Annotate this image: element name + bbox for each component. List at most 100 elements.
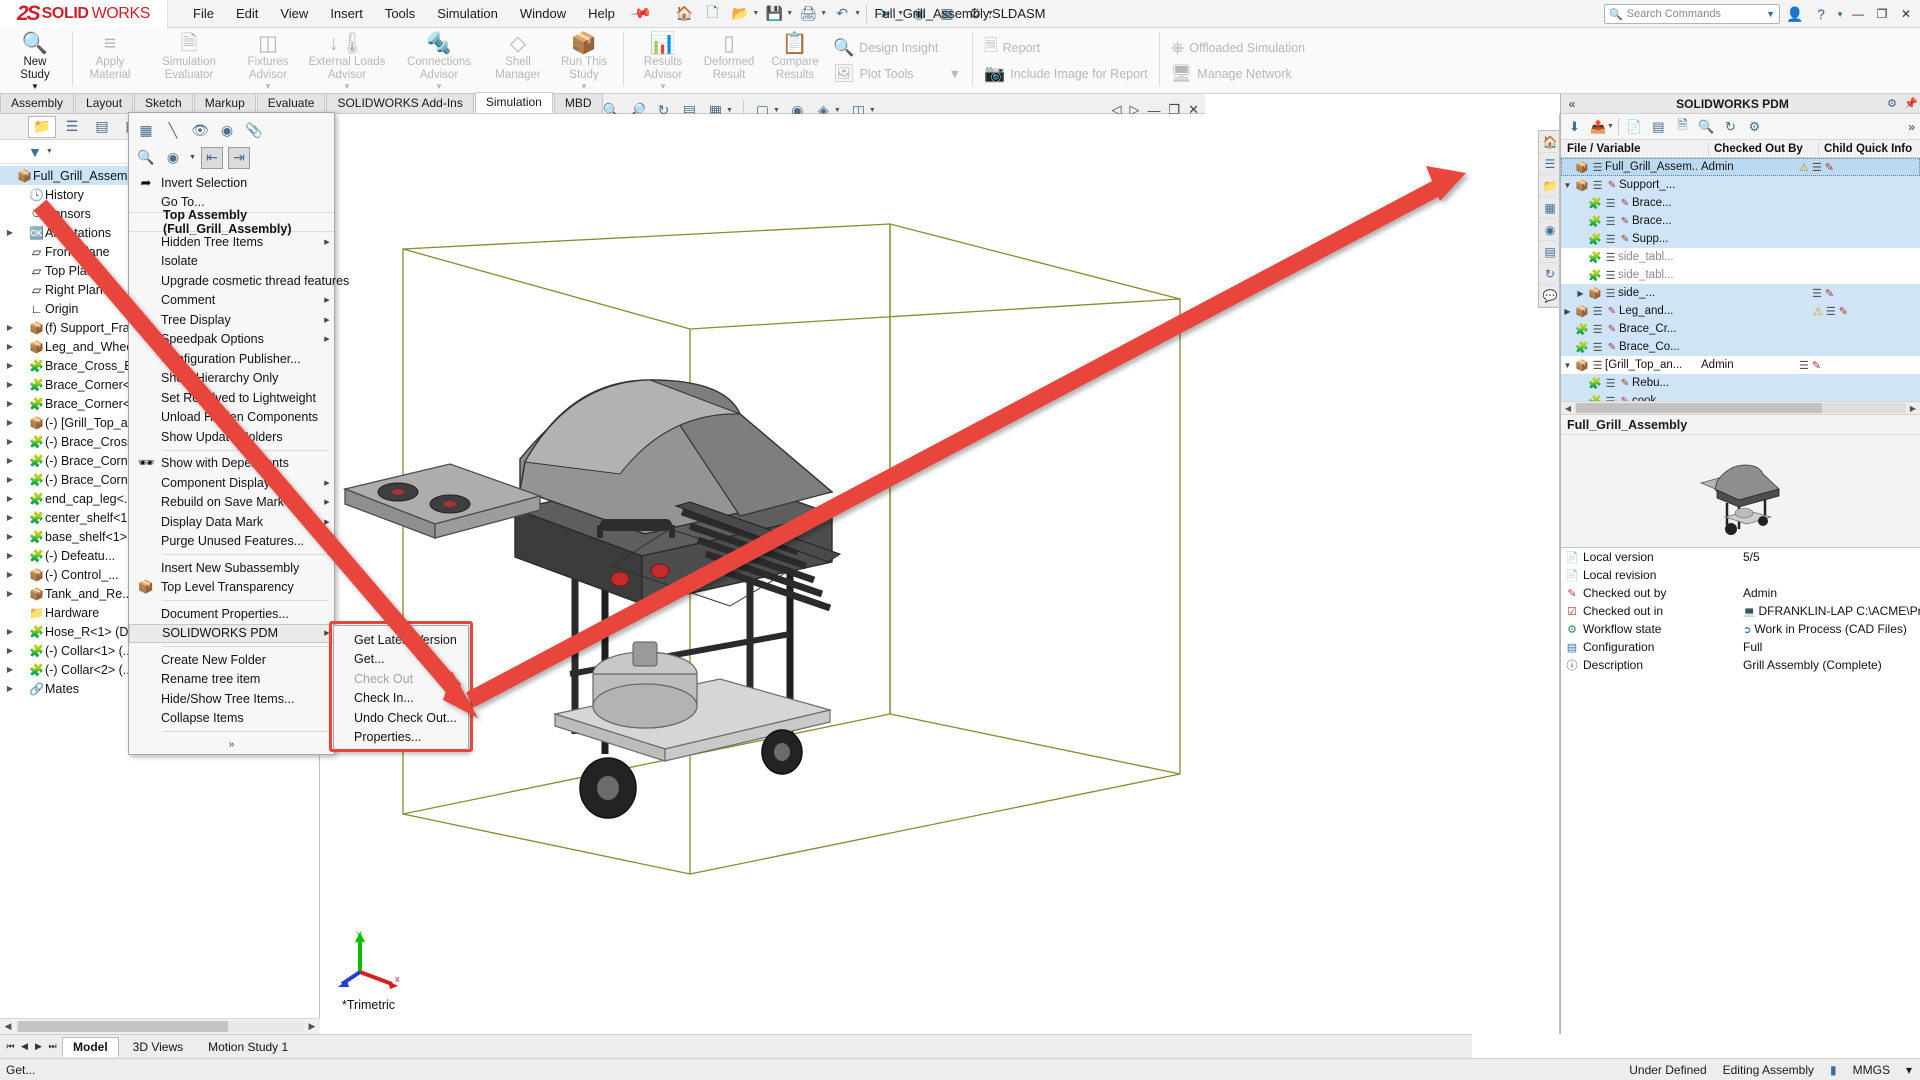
filter-select-icon[interactable]: ▦ (135, 120, 157, 142)
tree-expand-arrow[interactable]: ▶ (4, 380, 16, 389)
scroll-right-arrow[interactable]: ▶ (304, 1021, 320, 1032)
custom-properties-icon[interactable]: ▤ (1539, 241, 1561, 263)
tab-mbd[interactable]: MBD (554, 93, 603, 113)
connections-advisor-button[interactable]: 🔩 Connections Advisor ▼ (393, 28, 485, 92)
pdm-tree-hscrollbar[interactable]: ◀ ▶ (1561, 401, 1920, 415)
pdm-expand-arrow[interactable]: ▶ (1574, 289, 1587, 298)
fixtures-advisor-dropdown-caret[interactable]: ▼ (264, 83, 272, 92)
tree-expand-arrow[interactable]: ▶ (4, 684, 16, 693)
chevron-down-icon[interactable]: ▼ (1766, 9, 1775, 19)
tree-expand-arrow[interactable]: ▶ (4, 513, 16, 522)
pdm-row-full-grill-assembly[interactable]: 📦 ☰ Full_Grill_Assem... Admin ⚠ ☰ ✎ (1561, 158, 1920, 176)
display-style-caret[interactable]: ▼ (773, 107, 780, 114)
menu-window[interactable]: Window (509, 1, 577, 26)
external-loads-dropdown-caret[interactable]: ▼ (343, 83, 351, 92)
view-heads-up-strip[interactable]: 🏠 ☰ 📁 ▦ ◉ ▤ ↻ 💬 (1538, 130, 1560, 308)
next-icon[interactable]: ▶ (32, 1041, 45, 1052)
compare-results-button[interactable]: 📋 Compare Results (762, 28, 828, 88)
context-toolbar-row-2[interactable]: 🔍 ◉▼ ⇤ ⇥ (135, 144, 328, 171)
minimize-button[interactable]: — (1848, 7, 1868, 21)
context-menu-mini-toolbar[interactable]: ▦ ╲ 👁 ◉ 📎 🔍 ◉▼ ⇤ ⇥ (129, 113, 334, 173)
pdm-row-rebu[interactable]: 🧩 ☰ ✎ Rebu... (1561, 374, 1920, 392)
user-icon[interactable]: 👤 (1784, 6, 1806, 23)
prev-icon[interactable]: ◀ (18, 1041, 31, 1052)
view-orientation-caret[interactable]: ▼ (726, 107, 733, 114)
pdm-toolbar[interactable]: ⬇ 📤▼ 📄 ▤ 🗎 🔍 ↻ ⚙ » (1561, 114, 1920, 140)
edit-appearance-icon[interactable]: ◉ (162, 147, 184, 169)
tab-markup[interactable]: Markup (194, 93, 256, 113)
pdm-row-support[interactable]: ▼ 📦 ☰ ✎ Support_... (1561, 176, 1920, 194)
pdm-row-supp[interactable]: 🧩 ☰ ✎ Supp... (1561, 230, 1920, 248)
apply-material-button[interactable]: ≡ Apply Material (77, 28, 143, 88)
options-dropdown-caret[interactable]: ▼ (987, 10, 994, 17)
tab-sketch[interactable]: Sketch (134, 93, 193, 113)
pdm-row-side[interactable]: ▶ 📦 ☰ side_... ☰ ✎ (1561, 284, 1920, 302)
collapse-items-icon[interactable]: ⇤ (201, 147, 223, 169)
context-item-hide-show-tree-items[interactable]: Hide/Show Tree Items... (129, 689, 334, 709)
context-toolbar-row-1[interactable]: ▦ ╲ 👁 ◉ 📎 (135, 117, 328, 144)
search-icon[interactable]: 🔍 (1695, 116, 1718, 138)
filter-icon[interactable]: ▼ (28, 144, 42, 160)
submenu-item-get[interactable]: Get... (334, 650, 468, 670)
gear-icon[interactable]: ⚙ (1882, 97, 1902, 110)
search-commands-box[interactable]: 🔍 Search Commands ▼ (1604, 4, 1780, 24)
solidworks-pdm-submenu[interactable]: Get Latest Version Get... Check Out Chec… (333, 625, 469, 752)
pin-icon[interactable]: 📌 (1902, 97, 1920, 110)
fixtures-advisor-button[interactable]: ◫ Fixtures Advisor ▼ (235, 28, 301, 92)
pdm-row-side-table-1[interactable]: 🧩 ☰ side_tabl... (1561, 248, 1920, 266)
double-chevron-left-icon[interactable]: « (1561, 97, 1583, 111)
new-study-dropdown-caret[interactable]: ▼ (31, 83, 39, 92)
submenu-item-properties[interactable]: Properties... (334, 728, 468, 748)
context-item-unload-hidden-components[interactable]: Unload Hidden Components (129, 408, 334, 428)
submenu-item-get-latest-version[interactable]: Get Latest Version (334, 630, 468, 650)
pdm-row-side-table-2[interactable]: 🧩 ☰ side_tabl... (1561, 266, 1920, 284)
context-item-upgrade-cosmetic-thread[interactable]: Upgrade cosmetic thread features (129, 271, 334, 291)
tree-expand-arrow[interactable]: ▶ (4, 570, 16, 579)
select-dropdown-caret[interactable]: ▼ (897, 10, 904, 17)
feature-manager-tab[interactable]: 📁 (28, 116, 56, 138)
menu-simulation[interactable]: Simulation (426, 1, 509, 26)
open-dropdown-caret[interactable]: ▼ (752, 10, 759, 17)
context-item-display-data-mark[interactable]: Display Data Mark ▶ (129, 512, 334, 532)
tree-expand-arrow[interactable]: ▶ (4, 342, 16, 351)
results-advisor-button[interactable]: 📊 Results Advisor ▼ (630, 28, 696, 92)
context-item-solidworks-pdm[interactable]: SOLIDWORKS PDM ▶ (129, 624, 334, 644)
save-dropdown-caret[interactable]: ▼ (786, 10, 793, 17)
last-icon[interactable]: ⏭ (46, 1041, 59, 1052)
scroll-thumb[interactable] (1576, 403, 1822, 413)
pdm-file-tree[interactable]: 📦 ☰ Full_Grill_Assem... Admin ⚠ ☰ ✎ ▼ 📦 … (1561, 158, 1920, 401)
pdm-row-brace-2[interactable]: 🧩 ☰ ✎ Brace... (1561, 212, 1920, 230)
menu-help[interactable]: Help (577, 1, 626, 26)
tab-evaluate[interactable]: Evaluate (257, 93, 326, 113)
where-used-icon[interactable]: 🗎 (1671, 116, 1694, 138)
status-units[interactable]: MMGS (1853, 1063, 1890, 1077)
pdm-row-leg-and[interactable]: ▶ 📦 ☰ ✎ Leg_and... ⚠ ☰ ✎ (1561, 302, 1920, 320)
scene-caret[interactable]: ▼ (869, 107, 876, 114)
context-item-top-level-transparency[interactable]: 📦 Top Level Transparency (129, 578, 334, 598)
context-item-collapse-items[interactable]: Collapse Items (129, 709, 334, 729)
pdm-row-brace-co[interactable]: 🧩 ☰ ✎ Brace_Co... (1561, 338, 1920, 356)
home-view-icon[interactable]: 🏠 (1539, 131, 1561, 153)
tree-expand-arrow[interactable]: ▶ (4, 323, 16, 332)
menu-file[interactable]: File (182, 1, 225, 26)
pdm-expand-arrow[interactable]: ▼ (1561, 361, 1574, 370)
print-icon[interactable]: 🖨 (795, 3, 821, 25)
appearance-caret[interactable]: ▼ (834, 107, 841, 114)
pdm-row-cook[interactable]: 🧩 ☰ ✎ cook... (1561, 392, 1920, 401)
context-menu-expand-more[interactable]: » (129, 735, 334, 754)
context-item-show-hierarchy-only[interactable]: Show Hierarchy Only (129, 369, 334, 389)
appearance-caret-icon[interactable]: ▼ (189, 154, 196, 161)
help-icon[interactable]: ? (1810, 6, 1832, 22)
context-item-speedpak-options[interactable]: Speedpak Options ▶ (129, 330, 334, 350)
tree-expand-arrow[interactable]: ▶ (4, 361, 16, 370)
tree-expand-arrow[interactable]: ▶ (4, 665, 16, 674)
status-units-caret[interactable]: ▾ (1906, 1063, 1912, 1077)
first-icon[interactable]: ⏮ (4, 1041, 17, 1052)
context-item-set-resolved-to-lightweight[interactable]: Set Resolved to Lightweight (129, 388, 334, 408)
check-in-caret[interactable]: ▼ (1607, 123, 1614, 130)
context-item-document-properties[interactable]: Document Properties... (129, 604, 334, 624)
save-icon[interactable]: 💾 (761, 3, 787, 25)
context-item-create-new-folder[interactable]: Create New Folder (129, 650, 334, 670)
graphics-viewport[interactable]: Y x *Trimetric (320, 114, 1560, 1034)
menu-view[interactable]: View (269, 1, 319, 26)
